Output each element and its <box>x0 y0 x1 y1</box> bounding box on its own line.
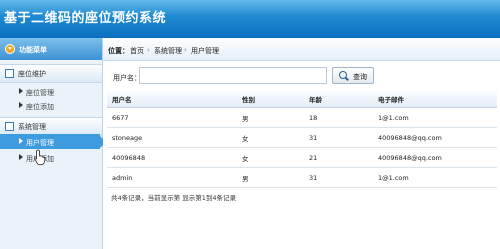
sidebar-item-seat-manage[interactable]: 座位管理 <box>0 84 102 99</box>
column-header-gender[interactable]: 性别 <box>237 91 304 108</box>
cell-gender: 男 <box>237 167 304 188</box>
arrow-right-icon <box>19 138 23 144</box>
sidebar-group-seat[interactable]: 座位维护 <box>0 64 102 83</box>
column-header-username[interactable]: 用户名 <box>107 91 237 108</box>
user-table: 用户名 性别 年龄 电子邮件 6677 男 18 1@1.com stoneag… <box>107 91 497 188</box>
column-header-age[interactable]: 年龄 <box>304 91 373 108</box>
cell-email: 40096848@qq.com <box>373 127 497 148</box>
cell-username: 6677 <box>107 107 237 128</box>
breadcrumb-separator: › <box>147 46 150 54</box>
arrow-right-icon <box>19 154 23 160</box>
cell-age: 31 <box>304 127 373 148</box>
breadcrumb-page: 用户管理 <box>191 47 219 55</box>
table-row[interactable]: admin 男 31 1@1.com <box>107 167 497 188</box>
cell-gender: 女 <box>237 147 304 168</box>
cell-email: 1@1.com <box>373 107 497 128</box>
cell-email: 40096848@qq.com <box>373 147 497 168</box>
username-search-input[interactable] <box>139 67 327 84</box>
breadcrumb-separator: › <box>184 46 187 54</box>
search-button-label: 查询 <box>353 73 367 81</box>
cell-username: stoneage <box>107 127 237 148</box>
main-content: 位置： 首页 › 系统管理 › 用户管理 用户名： 查询 用户名 性别 年龄 电… <box>103 38 500 249</box>
sidebar: 功能菜单 座位维护 座位管理 座位添加 系统管理 用户管理 用户添加 <box>0 38 106 249</box>
cell-age: 21 <box>304 147 373 168</box>
sidebar-item-label: 用户管理 <box>26 139 54 147</box>
sidebar-header: 功能菜单 <box>0 38 102 60</box>
cell-gender: 男 <box>237 107 304 128</box>
sidebar-item-label: 座位管理 <box>26 89 54 97</box>
sidebar-group-label: 座位维护 <box>18 70 46 78</box>
sidebar-item-user-manage[interactable]: 用户管理 <box>0 134 106 149</box>
sidebar-item-label: 座位添加 <box>26 103 54 111</box>
chevron-down-icon <box>5 44 15 54</box>
table-header-row: 用户名 性别 年龄 电子邮件 <box>107 91 497 108</box>
cell-age: 18 <box>304 107 373 128</box>
folder-icon <box>5 122 14 131</box>
breadcrumb-section[interactable]: 系统管理 <box>154 46 182 56</box>
table-row[interactable]: stoneage 女 31 40096848@qq.com <box>107 127 497 148</box>
breadcrumb-prefix: 位置： <box>108 47 129 55</box>
cell-email: 1@1.com <box>373 167 497 188</box>
cell-age: 31 <box>304 167 373 188</box>
hand-cursor-icon <box>34 149 46 165</box>
breadcrumb-home[interactable]: 首页 <box>130 46 144 56</box>
search-button[interactable]: 查询 <box>332 67 374 84</box>
sidebar-header-label: 功能菜单 <box>19 46 47 54</box>
search-icon <box>339 71 347 79</box>
app-header: 基于二维码的座位预约系统 <box>0 0 500 38</box>
table-row[interactable]: 6677 男 18 1@1.com <box>107 107 497 128</box>
breadcrumb: 位置： 首页 › 系统管理 › 用户管理 <box>103 38 500 61</box>
sidebar-group-label: 系统管理 <box>18 123 46 131</box>
sidebar-item-seat-add[interactable]: 座位添加 <box>0 98 102 113</box>
arrow-right-icon <box>19 88 23 94</box>
folder-icon <box>5 69 14 78</box>
column-header-email[interactable]: 电子邮件 <box>373 91 497 108</box>
search-label: 用户名： <box>113 74 141 82</box>
app-title: 基于二维码的座位预约系统 <box>4 11 167 26</box>
arrow-right-icon <box>19 102 23 108</box>
cell-gender: 女 <box>237 127 304 148</box>
pagination-summary: 共4条记录，当前显示第 显示第1到4条记录 <box>111 194 236 202</box>
cell-username: admin <box>107 167 237 188</box>
sidebar-item-user-add[interactable]: 用户添加 <box>0 150 102 165</box>
cell-username: 40096848 <box>107 147 237 168</box>
table-row[interactable]: 40096848 女 21 40096848@qq.com <box>107 147 497 168</box>
